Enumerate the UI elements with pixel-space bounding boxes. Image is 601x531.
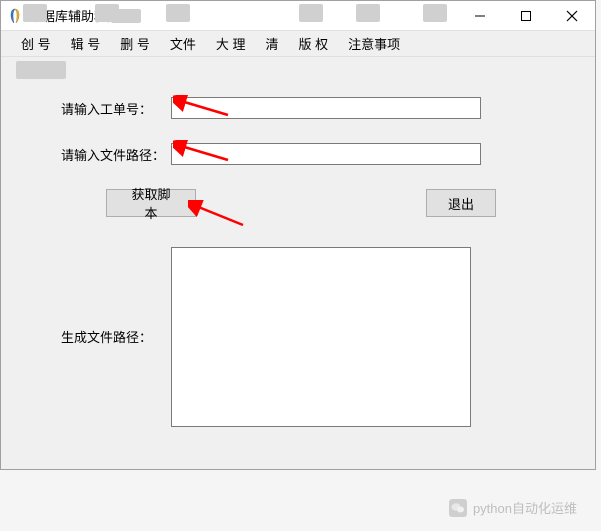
output-label: 生成文件路径： (61, 247, 171, 346)
menu-item-1[interactable]: 辑 号 (61, 31, 111, 56)
content-area: 请输入工单号： 请输入文件路径： 获取脚本 退出 生成文件路径： (1, 57, 595, 447)
wechat-icon (449, 499, 467, 517)
menu-item-2[interactable]: 删 号 (110, 31, 160, 56)
order-label: 请输入工单号： (61, 99, 171, 118)
menubar: 创 号 辑 号 删 号 文件 大 理 清 版 权 注意事项 (1, 31, 595, 57)
menu-item-7[interactable]: 注意事项 (338, 31, 410, 56)
titlebar: 数据库辅助程序 (1, 1, 595, 31)
menu-item-0[interactable]: 创 号 (11, 31, 61, 56)
maximize-button[interactable] (503, 1, 549, 30)
get-script-button[interactable]: 获取脚本 (106, 189, 196, 217)
app-window: 数据库辅助程序 创 号 辑 号 删 号 文件 大 理 清 版 权 注意事项 (0, 0, 596, 470)
menu-item-4[interactable]: 大 理 (206, 31, 256, 56)
exit-button[interactable]: 退出 (426, 189, 496, 217)
order-row: 请输入工单号： (61, 97, 565, 119)
watermark: python自动化运维 (449, 498, 577, 517)
output-box (171, 247, 471, 427)
button-row: 获取脚本 退出 (61, 189, 565, 217)
window-title: 数据库辅助程序 (29, 6, 457, 25)
watermark-text: python自动化运维 (473, 498, 577, 517)
menu-item-6[interactable]: 版 权 (289, 31, 339, 56)
output-row: 生成文件路径： (61, 247, 565, 427)
path-label: 请输入文件路径： (61, 145, 171, 164)
close-button[interactable] (549, 1, 595, 30)
path-input[interactable] (171, 143, 481, 165)
order-input[interactable] (171, 97, 481, 119)
app-icon (7, 8, 23, 24)
path-row: 请输入文件路径： (61, 143, 565, 165)
menu-item-5[interactable]: 清 (256, 31, 289, 56)
minimize-button[interactable] (457, 1, 503, 30)
window-controls (457, 1, 595, 30)
menu-item-3[interactable]: 文件 (160, 31, 206, 56)
